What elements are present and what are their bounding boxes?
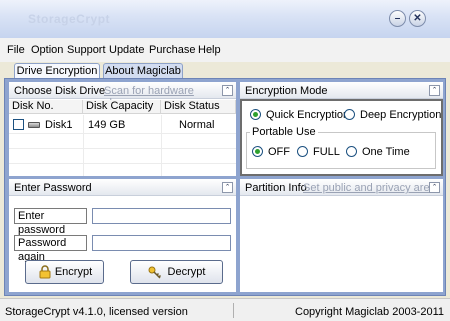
password-panel-header: Enter Password ⌃ xyxy=(9,179,236,196)
disk-capacity: 149 GB xyxy=(88,119,126,131)
grid-divider xyxy=(9,163,236,164)
minimize-icon[interactable]: – xyxy=(389,10,406,27)
encrypt-button[interactable]: Encrypt xyxy=(25,260,104,284)
password-panel-title: Enter Password xyxy=(14,182,92,194)
menu-update[interactable]: Update xyxy=(109,44,144,56)
collapse-icon[interactable]: ⌃ xyxy=(222,85,233,96)
lock-icon xyxy=(39,265,51,279)
disk-panel-header: Choose Disk Drive Scan for hardware chan… xyxy=(9,82,236,109)
portable-use-label: Portable Use xyxy=(250,126,318,138)
partition-panel-title: Partition Info xyxy=(245,182,307,194)
quick-encryption-label[interactable]: Quick Encryption xyxy=(266,109,349,121)
encryption-panel-title: Encryption Mode xyxy=(245,85,328,97)
menu-help[interactable]: Help xyxy=(198,44,221,56)
close-icon[interactable]: ✕ xyxy=(409,10,426,27)
column-header-disk-no[interactable]: Disk No. xyxy=(9,100,83,114)
grid-divider xyxy=(9,133,236,134)
collapse-icon[interactable]: ⌃ xyxy=(429,182,440,193)
status-divider xyxy=(233,303,234,318)
tab-about-magiclab[interactable]: About Magiclab xyxy=(103,63,183,78)
deep-encryption-radio[interactable] xyxy=(344,109,355,120)
key-icon xyxy=(148,266,162,279)
disk-name: Disk1 xyxy=(45,119,73,131)
decrypt-button[interactable]: Decrypt xyxy=(130,260,223,284)
status-bar: StorageCrypt v4.1.0, licensed version Co… xyxy=(0,298,450,321)
column-header-disk-status[interactable]: Disk Status xyxy=(161,100,236,114)
menu-option[interactable]: Option xyxy=(31,44,63,56)
disk-status: Normal xyxy=(179,119,215,131)
portable-full-radio[interactable] xyxy=(297,146,308,157)
menu-support[interactable]: Support xyxy=(67,44,106,56)
password-again-field[interactable] xyxy=(92,235,231,251)
portable-onetime-radio[interactable] xyxy=(346,146,357,157)
menu-bar: File Option Support Update Purchase Help xyxy=(0,38,450,62)
password-again-label: Password again xyxy=(14,235,87,263)
tab-drive-encryption[interactable]: Drive Encryption xyxy=(14,63,100,78)
portable-off-radio[interactable] xyxy=(252,146,263,157)
portable-full-label[interactable]: FULL xyxy=(313,146,340,158)
deep-encryption-label[interactable]: Deep Encryption xyxy=(360,109,441,121)
quick-encryption-radio[interactable] xyxy=(250,109,261,120)
menu-file[interactable]: File xyxy=(7,44,25,56)
grid-divider xyxy=(9,148,236,149)
copyright-status: Copyright Magiclab 2003-2011 xyxy=(295,306,444,318)
disk-panel-title: Choose Disk Drive xyxy=(14,85,106,97)
partition-panel: Partition Info Set public and privacy ar… xyxy=(240,179,443,292)
encryption-panel-header: Encryption Mode ⌃ xyxy=(240,82,443,99)
window-title: StorageCrypt xyxy=(28,12,111,26)
enter-password-field[interactable] xyxy=(92,208,231,224)
menu-purchase[interactable]: Purchase xyxy=(149,44,195,56)
enter-password-label: Enter password xyxy=(14,208,87,236)
grid-divider xyxy=(83,115,84,176)
disk-panel: Choose Disk Drive Scan for hardware chan… xyxy=(9,82,236,176)
disk-checkbox[interactable] xyxy=(13,119,24,130)
title-bar: StorageCrypt – ✕ xyxy=(0,0,450,38)
collapse-icon[interactable]: ⌃ xyxy=(429,85,440,96)
partition-panel-header: Partition Info Set public and privacy ar… xyxy=(240,179,443,196)
main-frame: Choose Disk Drive Scan for hardware chan… xyxy=(4,78,446,296)
portable-onetime-label[interactable]: One Time xyxy=(362,146,410,158)
privacy-area-link[interactable]: Set public and privacy area xyxy=(303,182,436,194)
collapse-icon[interactable]: ⌃ xyxy=(222,182,233,193)
grid-divider xyxy=(161,115,162,176)
hard-drive-icon xyxy=(28,122,40,128)
portable-off-label[interactable]: OFF xyxy=(268,146,290,158)
encryption-mode-panel: Encryption Mode ⌃ Quick Encryption Deep … xyxy=(240,82,443,176)
column-header-disk-capacity[interactable]: Disk Capacity xyxy=(83,100,161,114)
version-status: StorageCrypt v4.1.0, licensed version xyxy=(5,306,188,318)
password-panel: Enter Password ⌃ Enter password Password… xyxy=(9,179,236,292)
